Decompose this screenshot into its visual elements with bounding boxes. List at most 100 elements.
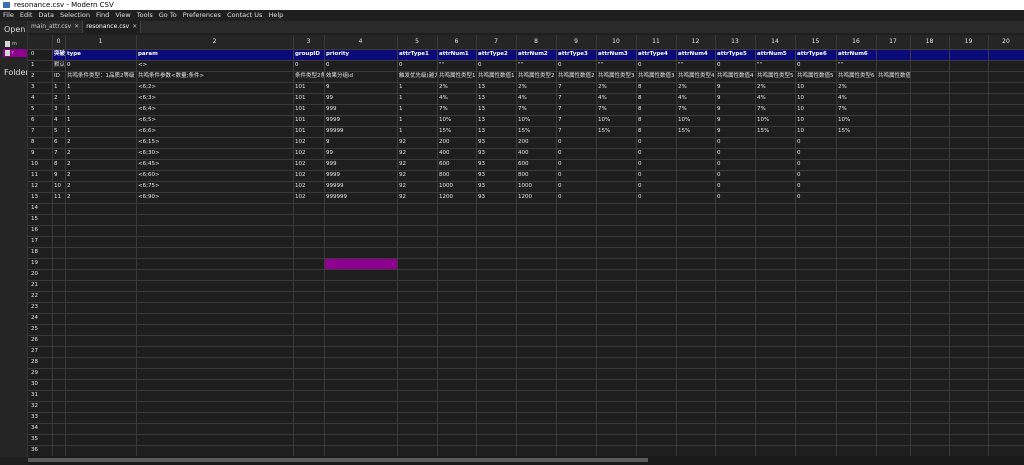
cell-r7-c14[interactable]: 15%: [755, 126, 795, 137]
cell-r1-c10[interactable]: "": [596, 60, 636, 71]
column-header-12[interactable]: 12: [676, 35, 715, 49]
cell-r10-c11[interactable]: 0: [636, 159, 676, 170]
cell-r9-c16[interactable]: [836, 148, 876, 159]
cell-r7-c13[interactable]: 9: [715, 126, 755, 137]
cell-r8-c12[interactable]: [676, 137, 715, 148]
cell-r13-c3[interactable]: 102: [293, 192, 324, 203]
row-header-16[interactable]: 16: [28, 225, 52, 236]
row-header-36[interactable]: 36: [28, 445, 52, 456]
cell-r2-c16[interactable]: 共鸣属性类型6: [836, 71, 876, 82]
cell-r5-c4[interactable]: 999: [324, 104, 397, 115]
column-header-6[interactable]: 6: [437, 35, 476, 49]
cell-r3-c1[interactable]: 1: [65, 82, 136, 93]
cell-r2-c6[interactable]: 共鸣属性类型1: [437, 71, 476, 82]
cell-r5-c14[interactable]: 7%: [755, 104, 795, 115]
cell-r2-c10[interactable]: 共鸣属性类型3: [596, 71, 636, 82]
cell-r12-c11[interactable]: 0: [636, 181, 676, 192]
row-header-7[interactable]: 7: [28, 126, 52, 137]
column-header-15[interactable]: 15: [795, 35, 836, 49]
cell-r13-c12[interactable]: [676, 192, 715, 203]
cell-r1-c9[interactable]: 0: [556, 60, 596, 71]
cell-r1-c15[interactable]: 0: [795, 60, 836, 71]
row-header-20[interactable]: 20: [28, 269, 52, 280]
cell-r11-c5[interactable]: 92: [397, 170, 437, 181]
cell-r10-c7[interactable]: 93: [476, 159, 516, 170]
cell-r9-c9[interactable]: 0: [556, 148, 596, 159]
cell-r12-c6[interactable]: 1000: [437, 181, 476, 192]
column-header-17[interactable]: 17: [876, 35, 910, 49]
column-header-3[interactable]: 3: [293, 35, 324, 49]
cell-r9-c11[interactable]: 0: [636, 148, 676, 159]
cell-r13-c0[interactable]: 11: [52, 192, 65, 203]
cell-r1-c6[interactable]: "": [437, 60, 476, 71]
cell-r12-c0[interactable]: 10: [52, 181, 65, 192]
cell-r5-c5[interactable]: 1: [397, 104, 437, 115]
cell-r7-c12[interactable]: 15%: [676, 126, 715, 137]
column-header-0[interactable]: 0: [52, 35, 65, 49]
row-header-11[interactable]: 11: [28, 170, 52, 181]
cell-r5-c16[interactable]: 7%: [836, 104, 876, 115]
cell-r5-c3[interactable]: 101: [293, 104, 324, 115]
column-header-16[interactable]: 16: [836, 35, 876, 49]
close-icon[interactable]: ✕: [74, 23, 79, 30]
cell-r9-c12[interactable]: [676, 148, 715, 159]
cell-r6-c15[interactable]: 10: [795, 115, 836, 126]
cell-r12-c12[interactable]: [676, 181, 715, 192]
cell-r1-c16[interactable]: "": [836, 60, 876, 71]
cell-r3-c14[interactable]: 2%: [755, 82, 795, 93]
cell-r7-c6[interactable]: 15%: [437, 126, 476, 137]
cell-r10-c10[interactable]: [596, 159, 636, 170]
cell-r0-c11[interactable]: attrType4: [636, 49, 676, 60]
cell-r4-c0[interactable]: 2: [52, 93, 65, 104]
row-header-29[interactable]: 29: [28, 368, 52, 379]
column-header-19[interactable]: 19: [949, 35, 988, 49]
cell-r4-c3[interactable]: 101: [293, 93, 324, 104]
row-header-33[interactable]: 33: [28, 412, 52, 423]
cell-r4-c11[interactable]: 8: [636, 93, 676, 104]
sidebar-file-resonance[interactable]: r: [3, 49, 27, 57]
cell-r13-c10[interactable]: [596, 192, 636, 203]
cell-r8-c2[interactable]: <6;15>: [136, 137, 293, 148]
cell-r11-c13[interactable]: 0: [715, 170, 755, 181]
cell-r8-c15[interactable]: 0: [795, 137, 836, 148]
cell-r6-c8[interactable]: 10%: [516, 115, 556, 126]
cell-r6-c11[interactable]: 8: [636, 115, 676, 126]
cell-r2-c14[interactable]: 共鸣属性类型5: [755, 71, 795, 82]
cell-r1-c13[interactable]: 0: [715, 60, 755, 71]
cell-r1-c14[interactable]: "": [755, 60, 795, 71]
cell-r11-c2[interactable]: <6;60>: [136, 170, 293, 181]
cell-r7-c11[interactable]: 8: [636, 126, 676, 137]
menu-item-tools[interactable]: Tools: [134, 10, 156, 21]
row-header-10[interactable]: 10: [28, 159, 52, 170]
tab-main-attr[interactable]: main_attr.csv ✕: [28, 21, 84, 33]
cell-r2-c15[interactable]: 共鸣属性数值5: [795, 71, 836, 82]
cell-r8-c6[interactable]: 200: [437, 137, 476, 148]
cell-r9-c13[interactable]: 0: [715, 148, 755, 159]
cell-r6-c3[interactable]: 101: [293, 115, 324, 126]
scrollbar-thumb[interactable]: [28, 458, 648, 462]
cell-r13-c16[interactable]: [836, 192, 876, 203]
column-header-8[interactable]: 8: [516, 35, 556, 49]
cell-r11-c11[interactable]: 0: [636, 170, 676, 181]
horizontal-scrollbar[interactable]: [28, 456, 1024, 465]
cell-r0-c4[interactable]: priority: [324, 49, 397, 60]
cell-r7-c0[interactable]: 5: [52, 126, 65, 137]
column-header-20[interactable]: 20: [988, 35, 1024, 49]
cell-r8-c9[interactable]: 0: [556, 137, 596, 148]
cell-r5-c7[interactable]: 13: [476, 104, 516, 115]
cell-r12-c7[interactable]: 93: [476, 181, 516, 192]
row-header-2[interactable]: 2: [28, 71, 52, 82]
cell-r7-c4[interactable]: 99999: [324, 126, 397, 137]
cell-r9-c4[interactable]: 99: [324, 148, 397, 159]
cell-r13-c13[interactable]: 0: [715, 192, 755, 203]
cell-r5-c1[interactable]: 1: [65, 104, 136, 115]
cell-r11-c0[interactable]: 9: [52, 170, 65, 181]
cell-r4-c13[interactable]: 9: [715, 93, 755, 104]
cell-r11-c14[interactable]: [755, 170, 795, 181]
cell-r2-c4[interactable]: 效果分组id: [324, 71, 397, 82]
cell-r0-c5[interactable]: attrType1: [397, 49, 437, 60]
cell-r3-c12[interactable]: 2%: [676, 82, 715, 93]
cell-r5-c6[interactable]: 7%: [437, 104, 476, 115]
cell-r9-c7[interactable]: 93: [476, 148, 516, 159]
row-header-3[interactable]: 3: [28, 82, 52, 93]
